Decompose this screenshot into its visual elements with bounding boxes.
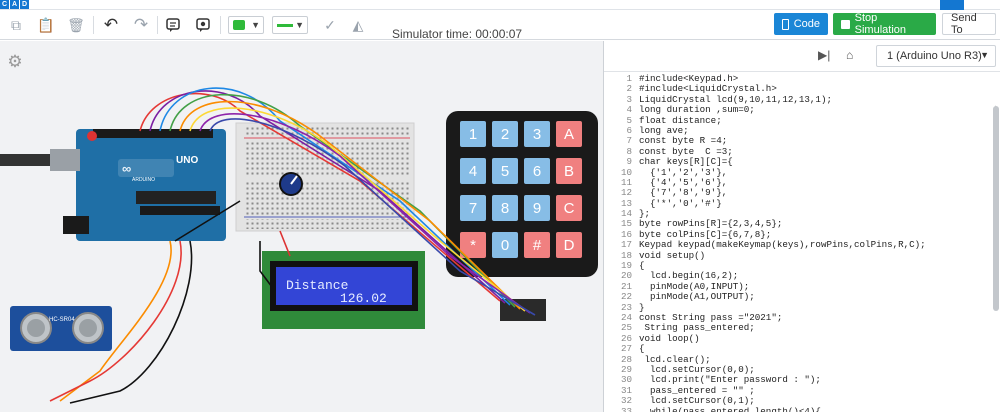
arduino-uno-board[interactable]: ∞ UNO ARDUINO — [0, 129, 226, 241]
copy-icon[interactable]: ⧉ — [6, 14, 26, 36]
code-line[interactable]: while(pass_entered.length()<4){ — [639, 406, 926, 412]
logo-letter: A — [10, 0, 19, 9]
debug-icon[interactable]: ⌂ — [846, 48, 853, 62]
rotate-icon[interactable]: ✓ — [320, 14, 340, 36]
keypad-key-label: 2 — [501, 126, 509, 143]
code-line[interactable]: long duration ,sum=0; — [639, 104, 926, 115]
line-number-gutter: 1 2 3 4 5 6 7 8 9 10 11 12 13 14 15 16 17 18 19 20 21 22 23 24 2… — [604, 73, 632, 412]
code-panel: ▶| ⌂ 1 (Arduino Uno R3) ▼ 1 2 3 4 5 6 7 8 9 10 11 1… — [603, 41, 1000, 412]
keypad-key-label: 3 — [533, 126, 541, 143]
step-icon[interactable]: ▶| — [818, 48, 830, 62]
delete-icon[interactable]: 🗑 — [66, 14, 86, 36]
logo-letter: D — [20, 0, 29, 9]
ultrasonic-sensor[interactable]: HC-SR04 — [10, 306, 112, 351]
undo-icon[interactable]: ↶ — [100, 14, 122, 36]
circuit-drawing[interactable]: ∞ UNO ARDUINO Distance 126.02 1 2 3 A 4 5 6 B 7 8 — [0, 41, 603, 412]
stop-simulation-label: Stop Simulation — [854, 12, 907, 36]
code-lines[interactable]: #include<Keypad.h> #include<LiquidCrystal… — [639, 73, 926, 412]
line-number: 9 — [626, 156, 632, 168]
keypad-key-label: 0 — [501, 237, 509, 254]
line-number: 4 — [626, 104, 632, 116]
keypad-key-label: 6 — [533, 163, 541, 180]
brand-bar: C A D — [0, 0, 1000, 10]
board-select[interactable]: 1 (Arduino Uno R3) ▼ — [876, 45, 996, 67]
redo-icon[interactable]: ↷ — [130, 14, 152, 36]
keypad-key-label: 1 — [469, 126, 477, 143]
editor-scrollbar[interactable] — [993, 106, 999, 311]
code-line[interactable]: void loop() — [639, 333, 926, 344]
line-number: 33 — [620, 405, 632, 412]
sensor-model-label: HC-SR04 — [49, 317, 75, 323]
wire-color-swatch — [277, 24, 293, 27]
svg-text:∞: ∞ — [122, 161, 131, 176]
code-line[interactable]: { — [639, 343, 926, 354]
keypad-key-label: 7 — [469, 200, 477, 217]
code-button[interactable]: Code — [774, 13, 828, 35]
code-icon — [782, 18, 789, 30]
potentiometer[interactable] — [279, 172, 303, 196]
lcd-16x2[interactable]: Distance 126.02 — [262, 251, 425, 329]
stop-icon — [841, 19, 850, 29]
code-button-label: Code — [793, 18, 820, 30]
code-line[interactable]: void setup() — [639, 250, 926, 261]
code-line[interactable]: pinMode(A1,OUTPUT); — [639, 291, 926, 302]
toolbar-divider — [157, 16, 158, 34]
keypad-key-label: 5 — [501, 163, 509, 180]
lcd-line-2: 126.02 — [340, 291, 387, 306]
fill-color-swatch — [233, 20, 245, 30]
chevron-down-icon: ▼ — [251, 20, 260, 30]
logo-letter: C — [0, 0, 9, 9]
paste-icon[interactable]: 📋 — [36, 14, 56, 36]
chevron-down-icon: ▼ — [295, 20, 304, 30]
keypad-key-label: D — [564, 237, 575, 254]
send-to-button[interactable]: Send To — [942, 12, 996, 36]
send-to-label: Send To — [951, 12, 977, 36]
keypad-4x4[interactable]: 1 2 3 A 4 5 6 B 7 8 9 C * 0 # D — [446, 111, 598, 321]
line-number: 27 — [620, 343, 632, 355]
code-panel-header: ▶| ⌂ 1 (Arduino Uno R3) ▼ — [604, 41, 1000, 72]
board-select-value: 1 (Arduino Uno R3) — [887, 50, 982, 62]
code-line[interactable]: lcd.setCursor(0,1); — [639, 395, 926, 406]
notes-icon[interactable] — [163, 14, 183, 36]
user-menu-tab[interactable] — [940, 0, 964, 10]
circuit-canvas[interactable]: ∞ UNO ARDUINO Distance 126.02 1 2 3 A 4 5 6 B 7 8 — [0, 41, 603, 412]
toolbar-divider — [93, 16, 94, 34]
keypad-key-label: * — [470, 237, 476, 254]
stop-simulation-button[interactable]: Stop Simulation — [833, 12, 936, 36]
settings-icon[interactable]: ⚙ — [4, 51, 26, 73]
tinkercad-circuits-app: C A D ⧉ 📋 🗑 ↶ ↷ ▼ ▼ ✓ ◭ Simulator time: … — [0, 0, 1000, 412]
keypad-key-label: B — [564, 163, 574, 180]
fill-color-picker[interactable]: ▼ — [228, 16, 264, 34]
keypad-key-label: # — [533, 237, 542, 254]
tinkercad-logo[interactable]: C A D — [0, 0, 30, 9]
keypad-key-label: 4 — [469, 163, 477, 180]
flip-icon[interactable]: ◭ — [348, 14, 368, 36]
toolbar-divider — [220, 16, 221, 34]
code-line[interactable]: char keys[R][C]={ — [639, 156, 926, 167]
simulator-time: Simulator time: 00:00:07 — [392, 27, 523, 41]
arduino-uno-label: UNO — [176, 155, 198, 166]
code-line[interactable]: {'*','0','#'} — [639, 198, 926, 209]
arduino-brand-label: ARDUINO — [132, 177, 155, 183]
line-number: 32 — [620, 395, 632, 407]
toolbar: ⧉ 📋 🗑 ↶ ↷ ▼ ▼ ✓ ◭ Simulator time: 00:00:… — [0, 10, 1000, 41]
code-editor[interactable]: 1 2 3 4 5 6 7 8 9 10 11 12 13 14 15 16 17 18 19 20 21 22 23 24 2… — [604, 72, 1000, 412]
annotation-visibility-icon[interactable] — [193, 14, 213, 36]
wire-style-picker[interactable]: ▼ — [272, 16, 308, 34]
chevron-down-icon: ▼ — [980, 50, 989, 60]
keypad-key-label: C — [564, 200, 575, 217]
keypad-key-label: A — [564, 126, 574, 143]
keypad-key-label: 9 — [533, 200, 541, 217]
keypad-key-label: 8 — [501, 200, 509, 217]
